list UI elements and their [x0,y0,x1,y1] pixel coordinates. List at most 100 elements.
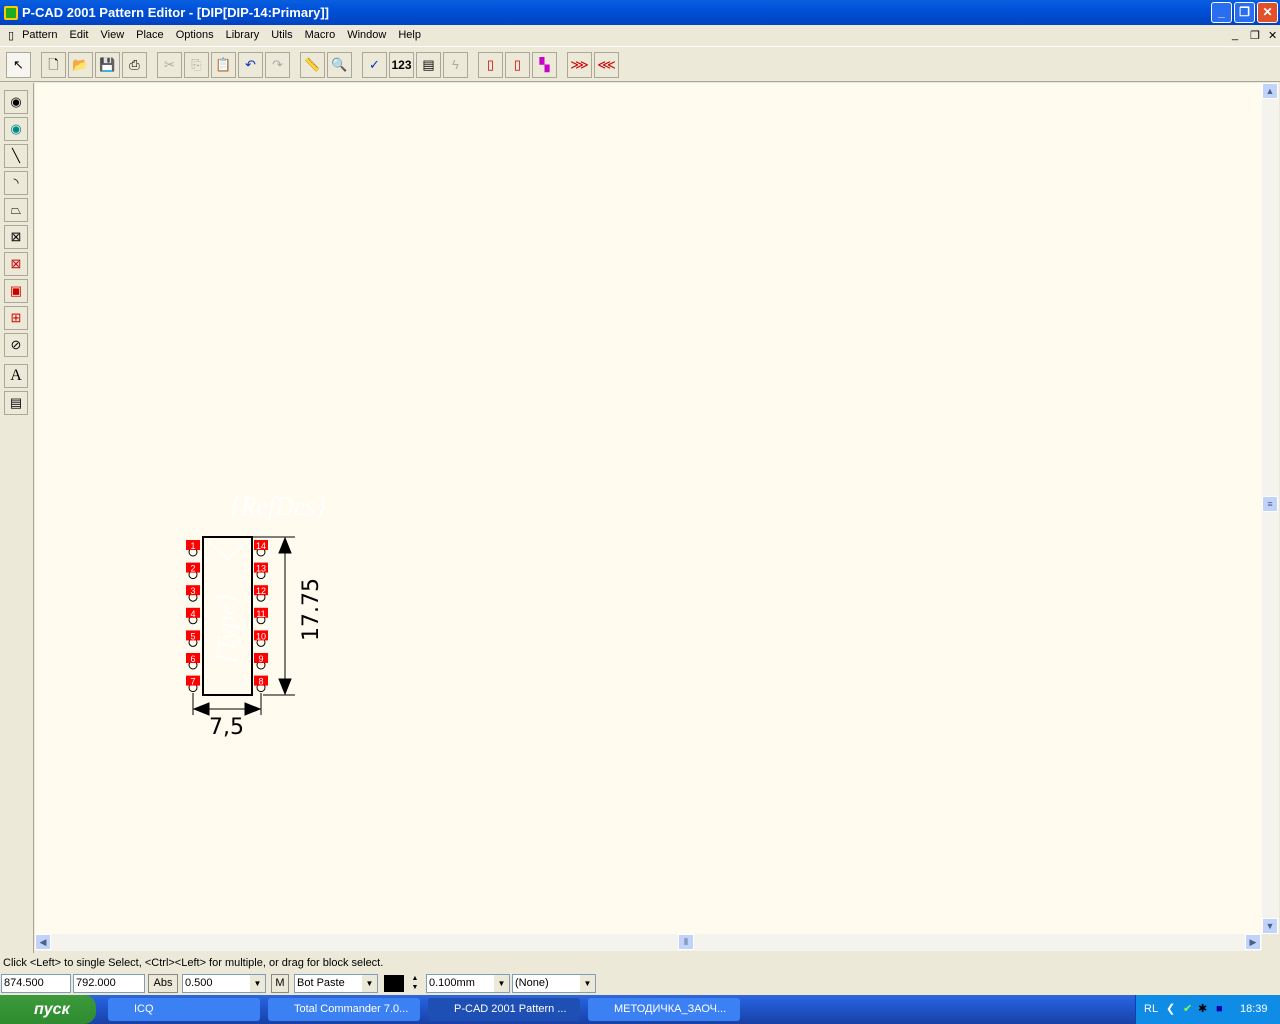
spinner-updown-icon[interactable]: ▲ ▼ [407,974,423,993]
place-via-icon[interactable]: ◉ [4,117,28,141]
chevron-down-icon[interactable]: ▼ [494,975,509,992]
menu-pattern[interactable]: Pattern [16,29,63,41]
pad-3[interactable]: 3 [186,585,200,602]
horizontal-scroll-thumb[interactable]: ⦀ [678,934,694,950]
new-file-icon[interactable]: 🗋 [41,52,66,78]
menu-utils[interactable]: Utils [265,29,298,41]
save-icon[interactable]: 💾 [95,52,120,78]
pad-style-icon[interactable]: ▯ [478,52,503,78]
scroll-up-icon[interactable]: ▲ [1262,83,1278,99]
redo-icon[interactable]: ↷ [265,52,290,78]
place-pad-icon[interactable]: ◉ [4,90,28,114]
no-connect-icon[interactable]: ⊘ [4,333,28,357]
line-width-select[interactable]: 0.100mm ▼ [426,974,510,993]
pad-5[interactable]: 5 [186,630,200,647]
select-arrow-icon[interactable]: ↖ [6,52,31,78]
layer-color-swatch[interactable] [384,975,404,992]
pad-14[interactable]: 14 [254,540,268,557]
place-attribute-icon[interactable]: ▤ [4,391,28,415]
mdi-minimize-button[interactable]: _ [1226,29,1244,41]
type-attribute[interactable]: {Type} [212,593,241,663]
layer-select[interactable]: Bot Paste ▼ [294,974,378,993]
zoom-icon[interactable]: 🔍 [327,52,352,78]
pad-7[interactable]: 7 [186,675,200,693]
menu-library[interactable]: Library [220,29,266,41]
properties-icon[interactable]: ▤ [416,52,441,78]
task-pcad[interactable]: P-CAD 2001 Pattern ... [428,998,580,1021]
maximize-button[interactable]: ❐ [1234,2,1255,23]
x-coordinate-field[interactable]: 874.500 [1,974,71,993]
pad-9[interactable]: 9 [254,653,268,670]
refdes-attribute[interactable]: {RefDes} [230,492,326,521]
open-folder-icon[interactable]: 📂 [68,52,93,78]
pad-8[interactable]: 8 [254,675,268,693]
scroll-right-icon[interactable]: ▶ [1245,934,1261,950]
design-canvas[interactable]: {RefDes} {Type} 1 2 3 4 5 6 7 14 13 12 11 10 9 8 17.7… [35,83,1262,934]
place-copper-pour-icon[interactable]: ⊠ [4,252,28,276]
menu-options[interactable]: Options [170,29,220,41]
paste-icon[interactable]: 📋 [211,52,236,78]
place-cutout-icon[interactable]: ▣ [4,279,28,303]
tray-bug-icon[interactable]: ✱ [1198,995,1207,1024]
tray-book-icon[interactable]: ■ [1216,995,1223,1024]
abs-toggle-button[interactable]: Abs [148,974,178,993]
m-toggle-button[interactable]: M [271,974,289,993]
check-icon[interactable]: ✓ [362,52,387,78]
pad-11[interactable]: 11 [254,607,268,625]
layers-icon[interactable]: ▚ [532,52,557,78]
pad-10[interactable]: 10 [254,630,268,647]
menu-macro[interactable]: Macro [299,29,342,41]
net-value: (None) [515,977,549,989]
menu-window[interactable]: Window [341,29,392,41]
menu-help[interactable]: Help [392,29,427,41]
print-icon[interactable]: ⎙ [122,52,147,78]
start-button[interactable]: пуск [0,995,96,1024]
cut-icon[interactable]: ✂ [157,52,182,78]
chevron-down-icon[interactable]: ▼ [250,975,265,992]
pad-4[interactable]: 4 [186,607,200,625]
horizontal-scrollbar[interactable]: ◀ ⦀ ▶ [35,934,1262,951]
undo-icon[interactable]: ↶ [238,52,263,78]
vertical-scroll-thumb[interactable]: ≡ [1262,496,1278,512]
pad-numbering-button[interactable]: 123 [389,52,414,78]
scroll-down-icon[interactable]: ▼ [1262,918,1278,934]
mdi-close-button[interactable]: ✕ [1262,29,1280,42]
place-plane-icon[interactable]: ⊞ [4,306,28,330]
menu-view[interactable]: View [95,29,131,41]
minimize-button[interactable]: _ [1211,2,1232,23]
grid-select[interactable]: 0.500 ▼ [182,974,266,993]
pad-13[interactable]: 13 [254,562,268,580]
chevron-down-icon[interactable]: ▼ [580,975,595,992]
pad-1[interactable]: 1 [186,540,200,557]
vertical-scrollbar[interactable]: ▲ ≡ ▼ [1262,83,1279,934]
tray-chevron-icon[interactable]: ❮ [1166,995,1175,1024]
task-word-document[interactable]: МЕТОДИЧКА_ЗАОЧ... [588,998,740,1021]
place-keepout-icon[interactable]: ⊠ [4,225,28,249]
ruler-icon[interactable]: 📏 [300,52,325,78]
place-line-icon[interactable]: ╲ [4,144,28,168]
close-button[interactable]: ✕ [1257,2,1278,23]
pad-2[interactable]: 2 [186,562,200,580]
dip14-pattern[interactable]: {RefDes} {Type} 1234567141312111098 17.7… [35,83,1262,934]
menu-edit[interactable]: Edit [64,29,95,41]
expand-icon[interactable]: ⋙ [567,52,592,78]
pad-6[interactable]: 6 [186,653,200,670]
task-total-commander[interactable]: Total Commander 7.0... [268,998,420,1021]
pad-12[interactable]: 12 [254,585,268,602]
task-icq[interactable]: ICQ [108,998,260,1021]
chevron-down-icon[interactable]: ▼ [362,975,377,992]
via-style-icon[interactable]: ▯ [505,52,530,78]
language-indicator[interactable]: RL [1144,995,1158,1024]
menu-place[interactable]: Place [130,29,170,41]
copy-icon[interactable]: ⎘ [184,52,209,78]
tray-security-icon[interactable]: ✔ [1183,995,1192,1024]
doc-icon: ▯ [8,29,15,42]
lightning-icon[interactable]: ϟ [443,52,468,78]
place-text-icon[interactable]: A [4,364,28,388]
net-select[interactable]: (None) ▼ [512,974,596,993]
place-polygon-icon[interactable]: ⏢ [4,198,28,222]
y-coordinate-field[interactable]: 792.000 [73,974,145,993]
scroll-left-icon[interactable]: ◀ [35,934,51,950]
contract-icon[interactable]: ⋘ [594,52,619,78]
place-arc-icon[interactable]: ◝ [4,171,28,195]
